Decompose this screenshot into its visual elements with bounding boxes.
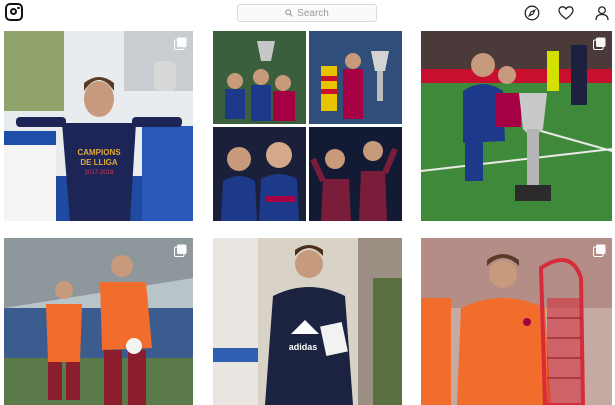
search-input[interactable]: Search [237, 4, 377, 22]
multiple-photos-icon [593, 244, 606, 257]
top-navigation-bar: Search [0, 0, 615, 28]
post-image [4, 238, 193, 405]
post-thumbnail[interactable] [213, 31, 402, 221]
post-image [421, 31, 612, 221]
svg-text:DE LLIGA: DE LLIGA [80, 158, 118, 167]
search-placeholder: Search [297, 7, 329, 19]
post-thumbnail[interactable]: adidas [213, 238, 402, 405]
post-image: adidas [213, 238, 402, 405]
search-icon [285, 9, 293, 17]
svg-text:2017-2018: 2017-2018 [85, 170, 114, 176]
multiple-photos-icon [593, 37, 606, 50]
post-image: CAMPIONS DE LLIGA 2017-2018 [4, 31, 193, 221]
profile-icon[interactable] [594, 5, 610, 21]
post-thumbnail[interactable] [421, 31, 612, 221]
post-image [421, 238, 612, 405]
instagram-logo-icon[interactable] [5, 3, 23, 21]
heart-icon[interactable] [558, 5, 574, 21]
multiple-photos-icon [174, 244, 187, 257]
post-grid: CAMPIONS DE LLIGA 2017-2018 adidas [0, 29, 615, 405]
compass-icon[interactable] [524, 5, 540, 21]
post-thumbnail[interactable] [4, 238, 193, 405]
post-thumbnail[interactable] [421, 238, 612, 405]
svg-text:adidas: adidas [289, 342, 318, 352]
post-thumbnail[interactable]: CAMPIONS DE LLIGA 2017-2018 [4, 31, 193, 221]
shirt-print-text: CAMPIONS [77, 148, 121, 157]
post-image [213, 31, 402, 221]
multiple-photos-icon [174, 37, 187, 50]
